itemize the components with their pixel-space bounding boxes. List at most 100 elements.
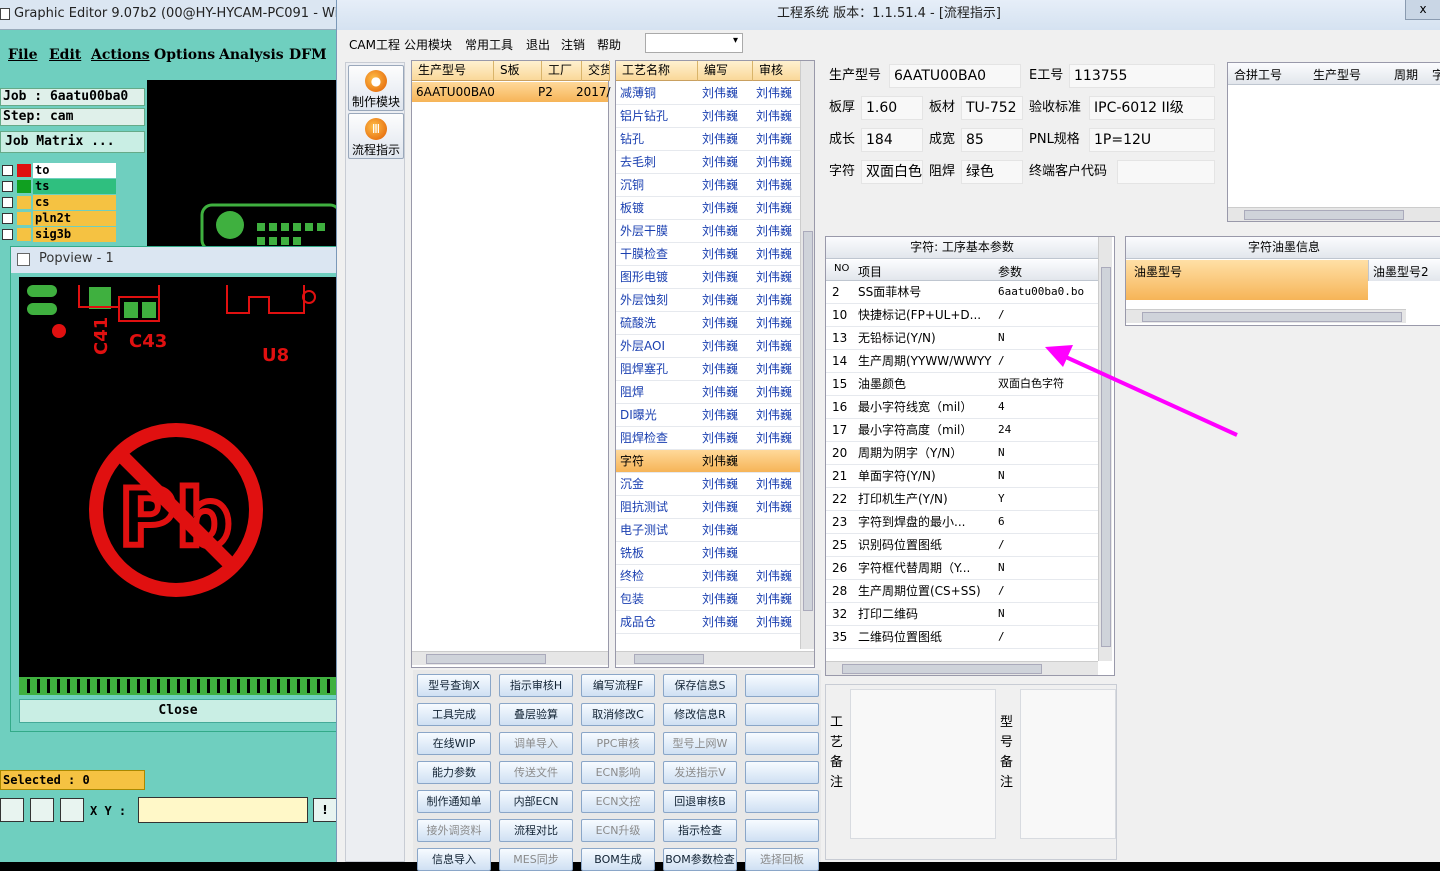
table-row[interactable]: 成品仓 刘伟巍 刘伟巍 — [616, 611, 800, 634]
action-button[interactable]: ECN影响 — [581, 761, 655, 784]
table-row[interactable]: 铣板 刘伟巍 — [616, 542, 800, 565]
menu-logout[interactable]: 注销 — [561, 36, 585, 53]
solder-field[interactable]: 绿色 — [961, 160, 1023, 184]
action-button[interactable]: BOM生成 — [581, 848, 655, 871]
pnl-field[interactable]: 1P=12U — [1089, 128, 1215, 152]
table-row[interactable]: 25 识别码位置图纸 / — [826, 534, 1098, 557]
table-row[interactable]: 减薄铜 刘伟巍 刘伟巍 — [616, 82, 800, 105]
table-row[interactable]: 钻孔 刘伟巍 刘伟巍 — [616, 128, 800, 151]
action-button[interactable]: 叠层验算 — [499, 703, 573, 726]
nav-make-module[interactable]: ● 制作模块 — [348, 65, 404, 111]
col-header-reviewer[interactable]: 审核 — [753, 61, 801, 81]
table-row[interactable]: 23 字符到焊盘的最小... 6 — [826, 511, 1098, 534]
customer-code-field[interactable] — [1117, 160, 1215, 184]
action-button[interactable]: 指示审核H — [499, 674, 573, 697]
table-row[interactable]: 10 快捷标记(FP+UL+D... / — [826, 304, 1098, 327]
char-field[interactable]: 双面白色 — [861, 160, 923, 184]
table-row[interactable]: 6AATU00BA0 P2 2017/ — [412, 82, 611, 102]
measure-tool-icon[interactable] — [30, 798, 54, 822]
table-row[interactable]: 铝片钻孔 刘伟巍 刘伟巍 — [616, 105, 800, 128]
action-button[interactable] — [745, 703, 819, 726]
ink-header-1[interactable]: 油墨型号 — [1126, 260, 1368, 300]
action-button[interactable]: 选择回板 — [745, 848, 819, 871]
process-grid-vscroll[interactable] — [800, 61, 814, 649]
col-header-process[interactable]: 工艺名称 — [616, 61, 698, 81]
col-header-model[interactable]: 生产型号 — [412, 61, 494, 81]
action-button[interactable] — [745, 761, 819, 784]
model-note-textarea[interactable] — [1020, 689, 1116, 839]
layer-row[interactable]: cs — [0, 195, 116, 210]
menu-help[interactable]: 帮助 — [597, 36, 621, 53]
standard-field[interactable]: IPC-6012 II级 — [1089, 96, 1215, 120]
process-grid-hscroll[interactable] — [616, 651, 814, 665]
table-row[interactable]: 阻焊塞孔 刘伟巍 刘伟巍 — [616, 358, 800, 381]
action-button[interactable]: 回退审核B — [663, 790, 737, 813]
popview-close-button[interactable]: Close — [19, 699, 337, 723]
params-vscroll[interactable] — [1098, 237, 1112, 661]
action-button[interactable]: 传送文件 — [499, 761, 573, 784]
table-row[interactable]: 21 单面字符(Y/N) N — [826, 465, 1098, 488]
table-row[interactable]: 20 周期为阴字（Y/N） N — [826, 442, 1098, 465]
action-button[interactable]: 接外调资料 — [417, 819, 491, 842]
action-button[interactable]: 取消修改C — [581, 703, 655, 726]
table-row[interactable]: 干膜检查 刘伟巍 刘伟巍 — [616, 243, 800, 266]
table-row[interactable]: 板镀 刘伟巍 刘伟巍 — [616, 197, 800, 220]
menu-edit[interactable]: Edit — [49, 47, 81, 63]
combine-grid-hscroll[interactable] — [1228, 207, 1440, 221]
menu-exit[interactable]: 退出 — [526, 36, 550, 53]
table-row[interactable]: 阻焊检查 刘伟巍 刘伟巍 — [616, 427, 800, 450]
table-row[interactable]: 字符 刘伟巍 — [616, 450, 800, 473]
table-row[interactable]: 32 打印二维码 N — [826, 603, 1098, 626]
alert-icon[interactable]: ! — [313, 798, 337, 822]
table-row[interactable]: 2 SS面菲林号 6aatu00ba0.bo — [826, 281, 1098, 304]
action-button[interactable]: 编写流程F — [581, 674, 655, 697]
popview-canvas[interactable]: C41 C43 U8 Pb — [19, 277, 339, 695]
col-header-writer[interactable]: 编写 — [698, 61, 753, 81]
e-no-field[interactable]: 113755 — [1069, 64, 1215, 88]
layer-checkbox[interactable] — [2, 213, 13, 224]
menu-file[interactable]: File — [8, 47, 37, 63]
menu-tools[interactable]: 常用工具 — [465, 36, 513, 53]
action-button[interactable]: BOM参数检查 — [663, 848, 737, 871]
table-row[interactable]: 去毛刺 刘伟巍 刘伟巍 — [616, 151, 800, 174]
col-header-char[interactable]: 字 — [1432, 66, 1440, 83]
board-canvas[interactable] — [147, 80, 342, 252]
menu-actions[interactable]: Actions — [91, 47, 150, 63]
action-button[interactable]: ECN文控 — [581, 790, 655, 813]
menu-cam[interactable]: CAM工程 — [349, 36, 400, 53]
menu-options[interactable]: Options — [154, 47, 215, 63]
table-row[interactable]: 外层蚀刻 刘伟巍 刘伟巍 — [616, 289, 800, 312]
job-field[interactable]: Job : 6aatu00ba0 — [0, 88, 145, 106]
zoom-tool-icon[interactable] — [0, 798, 24, 822]
length-field[interactable]: 184 — [861, 128, 923, 152]
col-header-delivery[interactable]: 交货 — [582, 61, 610, 81]
table-row[interactable]: DI曝光 刘伟巍 刘伟巍 — [616, 404, 800, 427]
action-button[interactable]: 发送指示V — [663, 761, 737, 784]
table-row[interactable]: 22 打印机生产(Y/N) Y — [826, 488, 1098, 511]
layer-row[interactable]: pln2t — [0, 211, 116, 226]
action-button[interactable]: 保存信息S — [663, 674, 737, 697]
action-button[interactable]: 型号查询X — [417, 674, 491, 697]
layer-checkbox[interactable] — [2, 197, 13, 208]
menu-analysis[interactable]: Analysis — [219, 47, 284, 63]
action-button[interactable]: MES同步 — [499, 848, 573, 871]
col-header-param[interactable]: 参数 — [998, 263, 1022, 280]
menu-dfm[interactable]: DFM — [289, 47, 327, 63]
job-matrix-button[interactable]: Job Matrix ... — [0, 131, 145, 153]
action-button[interactable]: 流程对比 — [499, 819, 573, 842]
action-button[interactable] — [745, 732, 819, 755]
action-button[interactable]: 工具完成 — [417, 703, 491, 726]
model-grid-hscroll[interactable] — [412, 651, 608, 665]
col-header-combine-no[interactable]: 合拼工号 — [1234, 66, 1282, 83]
grid-tool-icon[interactable] — [60, 798, 84, 822]
table-row[interactable]: 沉金 刘伟巍 刘伟巍 — [616, 473, 800, 496]
layer-checkbox[interactable] — [2, 229, 13, 240]
xy-input[interactable] — [138, 797, 308, 823]
ink-hscroll[interactable] — [1126, 309, 1406, 323]
table-row[interactable]: 阻焊 刘伟巍 刘伟巍 — [616, 381, 800, 404]
menu-combo-select[interactable] — [645, 33, 743, 53]
table-row[interactable]: 电子测试 刘伟巍 — [616, 519, 800, 542]
col-header-factory[interactable]: 工厂 — [542, 61, 582, 81]
layer-checkbox[interactable] — [2, 165, 13, 176]
process-note-textarea[interactable] — [850, 689, 996, 839]
